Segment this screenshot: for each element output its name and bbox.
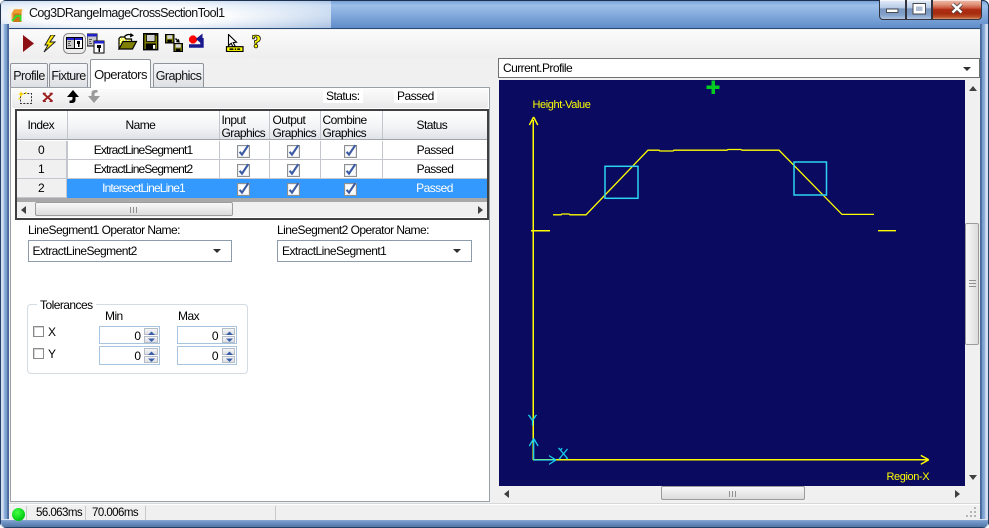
svg-text:Region-X: Region-X [887,471,931,483]
svg-text:?: ? [252,33,261,51]
svg-text:Height-Value: Height-Value [533,99,591,111]
